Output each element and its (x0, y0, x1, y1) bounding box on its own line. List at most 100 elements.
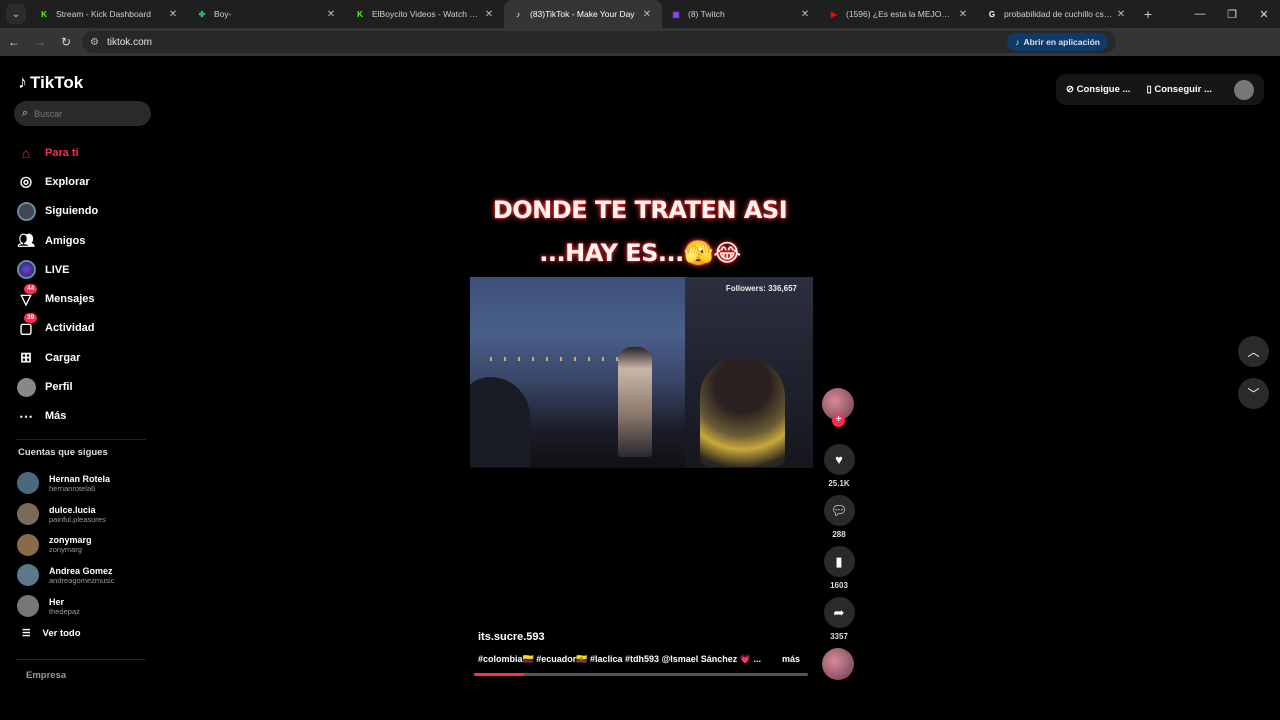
account-handle: thedepaz (49, 606, 80, 616)
tab-title: Boy- (214, 9, 232, 19)
sidebar-item-cargar[interactable]: ⊞ Cargar (16, 343, 156, 372)
business-link[interactable]: Empresa (26, 670, 66, 681)
browser-tab[interactable]: ▣ (8) Twitch ✕ (662, 0, 820, 28)
user-avatar[interactable] (1234, 79, 1254, 100)
video-player[interactable]: Followers: 336,657 (470, 277, 813, 468)
clover-icon: ✤ (198, 9, 206, 19)
omnibox[interactable]: ⚙ tiktok.com ♪ Abrir en aplicación (82, 31, 1116, 53)
see-all-label: Ver todo (42, 628, 81, 639)
followed-account[interactable]: dulce.lucia painful.pleasures (17, 499, 157, 530)
window-controls: — ❐ ✕ (1184, 0, 1280, 28)
avatar (17, 472, 39, 495)
tab-title: (8) Twitch (688, 9, 725, 19)
list-icon: ☰ (22, 628, 31, 639)
share-action[interactable]: ➦ 3357 (822, 597, 856, 641)
video-actions: + ♥ 25.1K 💬︎ 288 ▮ 1603 ➦ 3357 (822, 388, 856, 680)
save-action[interactable]: ▮ 1603 (822, 546, 856, 590)
search-input[interactable] (34, 108, 135, 119)
browser-tab[interactable]: ♪ (83)TikTok - Make Your Day ✕ (504, 0, 662, 28)
more-button[interactable]: más (782, 654, 800, 664)
more-icon: ⋯ (19, 407, 33, 424)
close-tab-icon[interactable]: ✕ (166, 9, 180, 20)
sidebar-item-explorar[interactable]: ◎ Explorar (16, 167, 156, 196)
browser-tab[interactable]: K ElBoycito Videos - Watch On-Demand✕ (346, 0, 504, 28)
friends-icon: 👥︎ (17, 232, 35, 249)
tiktok-logo[interactable]: ♪ TikTok (18, 72, 83, 93)
sidebar-item-live[interactable]: LIVE (16, 255, 156, 284)
browser-tab[interactable]: K Stream - Kick Dashboard ✕ (30, 0, 188, 28)
restore-icon[interactable]: ❐ (1216, 0, 1248, 28)
sound-disc-avatar[interactable] (822, 648, 854, 680)
close-tab-icon[interactable]: ✕ (482, 9, 496, 20)
previous-video-button[interactable]: ︿ (1238, 336, 1269, 367)
browser-tab[interactable]: ✤ Boy- ✕ (188, 0, 346, 28)
sidebar-item-label: Perfil (45, 381, 73, 394)
notification-badge: 44 (24, 284, 38, 295)
kick-icon: K (357, 9, 363, 19)
youtube-icon: ▶ (830, 9, 838, 19)
creator-avatar[interactable]: + (822, 388, 854, 427)
tiktok-app: ♪ TikTok ⌕ ⌂ Para ti ◎ Explorar Siguiendo 👥︎ A… (0, 58, 1280, 720)
sidebar-item-label: Siguiendo (45, 205, 99, 218)
forward-icon[interactable]: → (28, 30, 52, 54)
sidebar-item-para-ti[interactable]: ⌂ Para ti (16, 138, 156, 167)
tab-search-button[interactable]: ⌄ (6, 4, 26, 24)
open-in-app-button[interactable]: ♪ Abrir en aplicación (1007, 33, 1108, 51)
profile-avatar-icon (16, 377, 36, 397)
search-box[interactable]: ⌕ (14, 101, 151, 126)
browser-tab[interactable]: ▶ (1596) ¿Es esta la MEJOR página✕ (820, 0, 978, 28)
minimize-icon[interactable]: — (1184, 0, 1216, 28)
followed-account[interactable]: zonymarg zonymarg (17, 529, 157, 560)
sidebar-item-label: Explorar (45, 175, 90, 188)
bookmark-icon[interactable]: ▮ (823, 546, 855, 577)
sidebar-item-más[interactable]: ⋯ Más (16, 402, 156, 431)
account-handle: zonymarg (49, 545, 82, 555)
sidebar-item-label: Cargar (45, 351, 81, 364)
twitch-icon: ▣ (672, 9, 680, 19)
video-author[interactable]: its.sucre.593 (478, 631, 545, 643)
account-name: Andrea Gomez (49, 565, 113, 576)
close-tab-icon[interactable]: ✕ (798, 9, 812, 20)
share-count: 3357 (830, 632, 848, 641)
video-caption-line1: DONDE TE TRATEN ASI (492, 196, 788, 224)
reload-icon[interactable]: ↻ (54, 30, 78, 54)
close-tab-icon[interactable]: ✕ (640, 9, 654, 20)
sidebar-item-mensajes[interactable]: ▽ 44 Mensajes (16, 284, 156, 313)
live-icon (16, 260, 36, 280)
get-app-button[interactable]: ▯ Conseguir ... (1146, 84, 1211, 95)
close-tab-icon[interactable]: ✕ (324, 9, 338, 20)
like-action[interactable]: ♥ 25.1K (822, 444, 856, 488)
site-info-icon[interactable]: ⚙ (90, 37, 99, 48)
browser-tab[interactable]: Gprobabilidad de cuchillo cs2 - Buscar✕ (978, 0, 1136, 28)
followed-account[interactable]: Her thedepaz (17, 591, 157, 622)
close-tab-icon[interactable]: ✕ (956, 9, 970, 20)
sidebar-item-perfil[interactable]: Perfil (16, 372, 156, 401)
share-icon[interactable]: ➦ (823, 597, 855, 628)
video-progress-bar[interactable] (474, 673, 808, 676)
new-tab-button[interactable]: + (1136, 6, 1160, 22)
comment-icon[interactable]: 💬︎ (823, 495, 855, 526)
followed-account[interactable]: Hernan Rotela hernanrotela6 (17, 468, 157, 499)
sidebar-item-amigos[interactable]: 👥︎ Amigos (16, 226, 156, 255)
video-progress-fill (474, 673, 525, 676)
comment-action[interactable]: 💬︎ 288 (822, 495, 856, 539)
heart-icon[interactable]: ♥ (823, 444, 855, 475)
see-all-button[interactable]: ☰ Ver todo (22, 628, 81, 639)
avatar (17, 564, 39, 587)
account-handle: hernanrotela6 (49, 483, 96, 493)
save-count: 1603 (830, 581, 848, 590)
sidebar-item-siguiendo[interactable]: Siguiendo (16, 197, 156, 226)
follow-plus-icon[interactable]: + (832, 414, 845, 427)
followed-account[interactable]: Andrea Gomez andreagomezmusic (17, 560, 157, 591)
close-tab-icon[interactable]: ✕ (1114, 9, 1128, 20)
comment-count: 288 (832, 530, 846, 539)
sidebar-item-actividad[interactable]: ▢ 39 Actividad (16, 313, 156, 343)
account-handle: andreagomezmusic (49, 575, 115, 585)
close-window-icon[interactable]: ✕ (1248, 0, 1280, 28)
back-icon[interactable]: ← (2, 30, 26, 54)
next-video-button[interactable]: ﹀ (1238, 378, 1269, 409)
get-coins-button[interactable]: ⊘ Consigue ... (1066, 84, 1130, 95)
tiktok-icon: ♪ (1015, 37, 1020, 47)
following-list: Hernan Rotela hernanrotela6 dulce.lucia pai… (17, 468, 157, 621)
avatar (16, 201, 36, 221)
